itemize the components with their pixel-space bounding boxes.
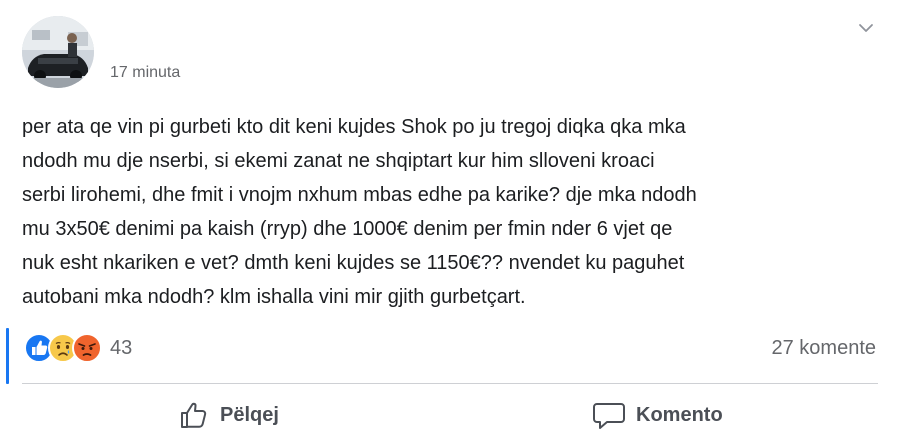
post-timestamp[interactable]: 17 minuta: [110, 64, 180, 82]
post-body-text: per ata qe vin pi gurbeti kto dit keni k…: [22, 116, 697, 308]
comment-button-label: Komento: [636, 403, 723, 426]
like-button-label: Pëlqej: [220, 403, 279, 426]
profile-photo-icon: [22, 16, 94, 88]
like-button[interactable]: Pëlqej: [178, 392, 279, 438]
avatar[interactable]: [22, 16, 94, 88]
comment-bubble-icon: [593, 403, 625, 429]
focus-marker: [6, 328, 9, 384]
reactions-bar: 43 27 komente: [0, 322, 900, 384]
angry-icon: [72, 333, 102, 363]
facebook-post: 17 minuta per ata qe vin pi gurbeti kto …: [0, 0, 900, 442]
chevron-down-icon[interactable]: [856, 18, 876, 38]
author-name[interactable]: [110, 28, 270, 42]
comment-button[interactable]: Komento: [592, 392, 723, 438]
reaction-count: 43: [110, 337, 133, 359]
comments-count[interactable]: 27 komente: [771, 336, 876, 360]
thumbs-up-icon: [181, 402, 207, 428]
reaction-summary[interactable]: 43: [24, 330, 132, 366]
divider: [22, 383, 878, 384]
